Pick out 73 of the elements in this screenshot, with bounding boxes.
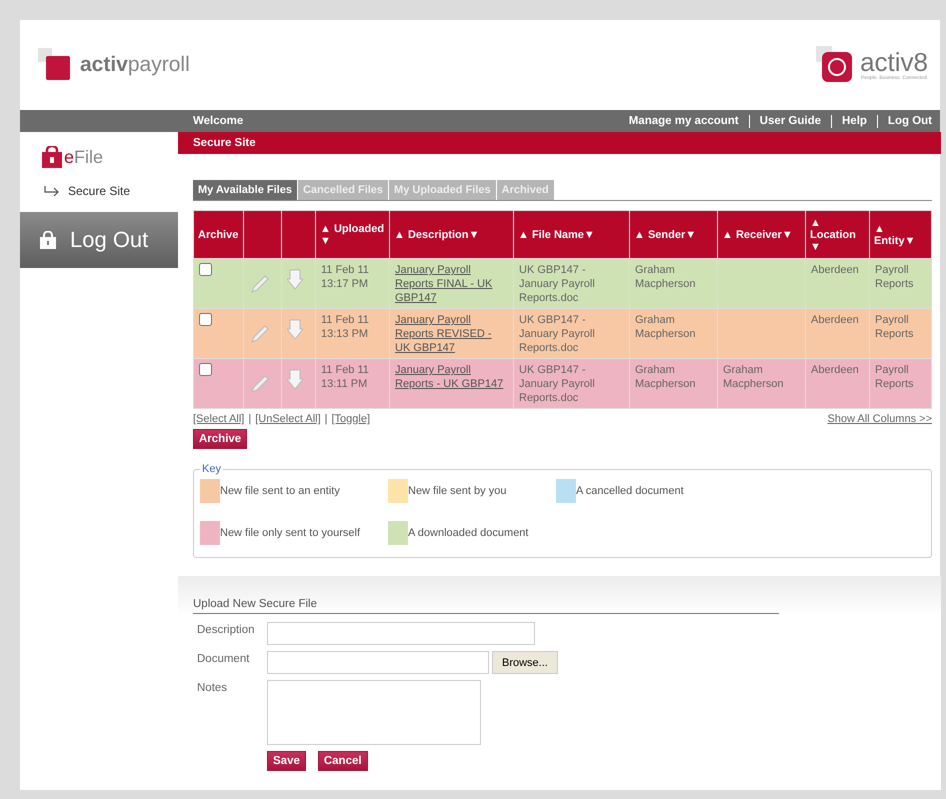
sender-name: Graham Macpherson	[635, 264, 696, 290]
column-header[interactable]: ▲ Sender▼	[630, 210, 718, 258]
entity-name: Payroll Reports	[875, 314, 914, 340]
brand-name: activpayroll	[80, 53, 190, 77]
location-name: Aberdeen	[811, 364, 859, 376]
key-label: New file sent to an entity	[220, 485, 340, 497]
nav-link[interactable]: Log Out	[876, 114, 932, 128]
pencil-icon[interactable]	[249, 273, 271, 295]
upload-date: 11 Feb 11 13:13 PM	[321, 314, 369, 340]
welcome-text: Welcome	[193, 115, 244, 127]
key-title: Key	[201, 463, 222, 475]
nav-link[interactable]: Manage my account	[618, 114, 749, 128]
column-header[interactable]: ▲ Receiver▼	[718, 210, 806, 258]
sidebar-link[interactable]: Secure Site	[20, 168, 178, 198]
location-name: Aberdeen	[811, 314, 859, 326]
column-header[interactable]: ▲ File Name▼	[514, 210, 630, 258]
receiver-name: Graham Macpherson	[723, 364, 784, 390]
key-label: A downloaded document	[408, 527, 528, 539]
archive-checkbox[interactable]	[199, 363, 212, 376]
field-label: Description	[197, 623, 256, 636]
download-icon[interactable]	[287, 369, 303, 391]
archive-button[interactable]: Archive	[193, 429, 248, 449]
tab[interactable]: My Available Files	[193, 180, 297, 200]
upload-date: 11 Feb 11 13:11 PM	[321, 364, 369, 390]
download-icon[interactable]	[287, 269, 303, 291]
nav-link[interactable]: User Guide	[748, 114, 831, 128]
column-header[interactable]: ▲ Location ▼	[806, 210, 870, 258]
sender-name: Graham Macpherson	[635, 314, 696, 340]
cancel-button[interactable]: Cancel	[318, 751, 368, 771]
logout-button[interactable]: Log Out	[20, 212, 178, 268]
show-all-columns-link[interactable]: Show All Columns >>	[827, 413, 932, 425]
column-header[interactable]: ▲ Description▼	[390, 210, 514, 258]
column-header[interactable]: ▲ Entity▼	[870, 210, 932, 258]
selection-link[interactable]: [Select All]	[193, 413, 244, 425]
location-name: Aberdeen	[811, 264, 859, 276]
column-header[interactable]: ▲ Uploaded ▼	[316, 210, 390, 258]
efile-title: eFile	[64, 146, 104, 168]
link-separator: |	[324, 413, 328, 425]
field-label: Notes	[197, 681, 228, 694]
selection-link[interactable]: [UnSelect All]	[255, 413, 321, 425]
pencil-icon[interactable]	[249, 373, 271, 395]
padlock-icon	[40, 231, 56, 249]
archive-checkbox[interactable]	[199, 313, 212, 326]
file-name: UK GBP147 - January Payroll Reports.doc	[519, 364, 595, 404]
notes-field[interactable]	[267, 680, 481, 745]
document-field[interactable]	[267, 651, 489, 674]
upload-title: Upload New Secure File	[193, 598, 779, 614]
archive-checkbox[interactable]	[199, 263, 212, 276]
nav-link[interactable]: Help	[831, 114, 877, 128]
description-field[interactable]	[267, 622, 535, 645]
section-title-bar: Secure Site	[178, 132, 941, 154]
return-arrow-icon	[44, 186, 60, 196]
pencil-icon[interactable]	[249, 323, 271, 345]
link-separator: |	[247, 413, 252, 425]
browse-button[interactable]: Browse...	[492, 651, 558, 674]
column-header[interactable]: Archive	[194, 210, 244, 258]
key-label: New file only sent to yourself	[220, 527, 360, 539]
upload-date: 11 Feb 11 13:17 PM	[321, 264, 369, 290]
field-label: Document	[197, 652, 250, 665]
save-button[interactable]: Save	[267, 751, 306, 771]
entity-name: Payroll Reports	[875, 264, 914, 290]
swirl-logo-icon	[816, 46, 854, 84]
file-name: UK GBP147 - January Payroll Reports.doc	[519, 264, 595, 304]
file-name: UK GBP147 - January Payroll Reports.doc	[519, 314, 595, 354]
partner-logo-name: activ8	[860, 49, 928, 75]
sender-name: Graham Macpherson	[635, 364, 696, 390]
key-label: New file sent by you	[408, 485, 506, 497]
download-icon[interactable]	[287, 319, 303, 341]
entity-name: Payroll Reports	[875, 364, 914, 390]
key-label: A cancelled document	[576, 485, 684, 497]
selection-link[interactable]: [Toggle]	[332, 413, 370, 425]
brand-logo-icon	[38, 48, 72, 82]
padlock-icon	[42, 146, 62, 168]
